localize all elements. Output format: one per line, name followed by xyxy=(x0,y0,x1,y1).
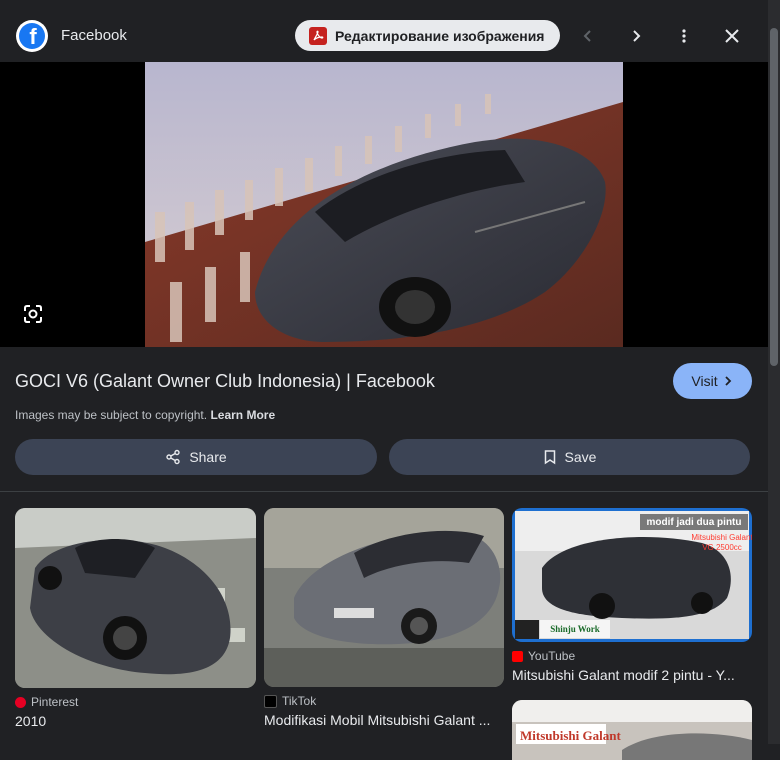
more-options-button[interactable] xyxy=(670,22,698,50)
scrollbar-thumb[interactable] xyxy=(770,28,778,366)
copyright-text: Images may be subject to copyright. xyxy=(15,408,208,422)
share-icon xyxy=(166,449,181,465)
related-thumbnail[interactable] xyxy=(264,508,504,687)
visit-label: Visit xyxy=(691,373,718,389)
related-thumbnail[interactable]: modif jadi dua pintu Mitsubishi Galant V… xyxy=(512,508,752,642)
visit-button[interactable]: Visit xyxy=(673,363,752,399)
facebook-logo-icon: f xyxy=(16,20,48,52)
lens-icon xyxy=(24,305,42,323)
save-button[interactable]: Save xyxy=(389,439,750,475)
scrollbar[interactable] xyxy=(768,0,780,744)
youtube-icon xyxy=(512,650,523,662)
previous-button[interactable] xyxy=(574,22,602,50)
close-button[interactable] xyxy=(718,22,746,50)
related-source: Pinterest xyxy=(15,695,78,709)
image-preview xyxy=(0,62,768,347)
related-caption[interactable]: 2010 xyxy=(15,713,256,729)
pinterest-icon xyxy=(15,696,26,708)
chevron-right-icon xyxy=(633,30,641,42)
thumbnail-overlay-text: Mitsubishi Galant xyxy=(691,533,752,542)
related-source: TikTok xyxy=(264,694,316,708)
site-name[interactable]: Facebook xyxy=(61,27,127,44)
related-thumbnail[interactable]: Mitsubishi Galant xyxy=(512,700,752,760)
related-source-label: Pinterest xyxy=(31,695,79,709)
divider xyxy=(0,491,768,492)
copyright-notice: Images may be subject to copyright. Lear… xyxy=(15,408,275,422)
related-caption[interactable]: Mitsubishi Galant modif 2 pintu - Y... xyxy=(512,667,747,683)
result-title[interactable]: GOCI V6 (Galant Owner Club Indonesia) | … xyxy=(15,371,435,392)
thumbnail-overlay-text: modif jadi dua pintu xyxy=(647,517,742,528)
learn-more-link[interactable]: Learn More xyxy=(210,408,275,422)
chevron-right-icon xyxy=(724,376,731,386)
related-caption[interactable]: Modifikasi Mobil Mitsubishi Galant ... xyxy=(264,712,496,728)
top-bar: f Facebook Редактирование изображения xyxy=(0,0,768,62)
next-button[interactable] xyxy=(622,22,650,50)
related-source-label: YouTube xyxy=(528,649,576,663)
chevron-left-icon xyxy=(583,30,591,42)
save-label: Save xyxy=(564,449,597,465)
google-lens-button[interactable] xyxy=(22,303,44,325)
thumbnail-overlay-text: Mitsubishi Galant xyxy=(520,728,621,743)
thumbnail-badge-text: Shinju Work xyxy=(550,624,600,634)
pdf-icon xyxy=(309,26,327,45)
edit-image-label: Редактирование изображения xyxy=(335,27,545,44)
share-label: Share xyxy=(189,449,227,465)
related-thumbnail[interactable] xyxy=(15,508,256,688)
edit-image-button[interactable]: Редактирование изображения xyxy=(295,20,560,51)
thumbnail-overlay-text: VG 2500cc xyxy=(702,543,742,552)
more-vert-icon xyxy=(682,29,686,43)
bookmark-icon xyxy=(544,450,555,465)
car-photo[interactable] xyxy=(145,62,623,347)
tiktok-icon xyxy=(264,694,277,708)
close-icon xyxy=(725,29,739,43)
related-source-label: TikTok xyxy=(282,694,317,708)
related-source: YouTube xyxy=(512,649,575,663)
share-button[interactable]: Share xyxy=(15,439,377,475)
